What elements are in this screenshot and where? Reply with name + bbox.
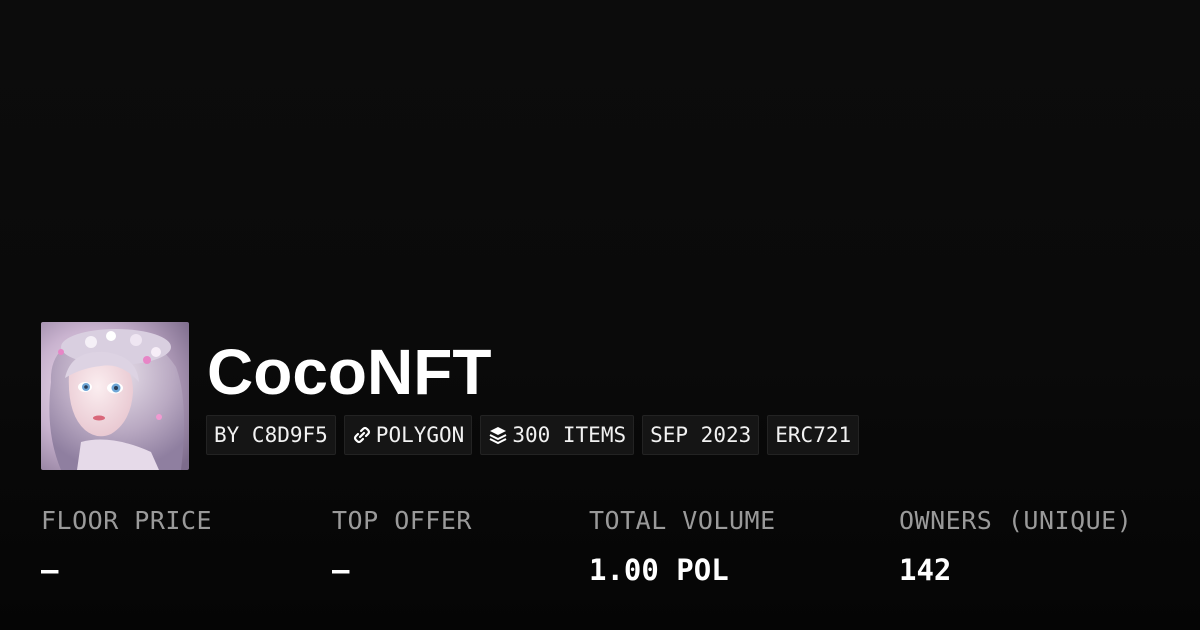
tag-label: ERC721 bbox=[775, 423, 852, 447]
stat-label: TOP OFFER bbox=[332, 506, 472, 535]
tag-label: SEP 2023 bbox=[650, 423, 752, 447]
collection-title: CocoNFT bbox=[207, 336, 492, 408]
standard-tag: ERC721 bbox=[767, 415, 860, 455]
stat-label: OWNERS (UNIQUE) bbox=[899, 506, 1133, 535]
stat-value: – bbox=[332, 553, 350, 587]
stat-floor-price: FLOOR PRICE – bbox=[41, 504, 212, 587]
tag-label: POLYGON bbox=[375, 423, 465, 447]
tag-label: BY C8D9F5 bbox=[214, 423, 328, 447]
stat-value: 142 bbox=[899, 553, 952, 587]
collection-card: CocoNFT BY C8D9F5 POLYGON 300 ITEMS SEP … bbox=[0, 0, 1200, 630]
tag-row: BY C8D9F5 POLYGON 300 ITEMS SEP 2023 ERC… bbox=[206, 415, 860, 455]
items-tag[interactable]: 300 ITEMS bbox=[480, 415, 635, 455]
link-icon bbox=[352, 425, 372, 445]
stat-label: FLOOR PRICE bbox=[41, 506, 213, 535]
stat-value: 1.00 POL bbox=[589, 553, 729, 587]
stat-label: TOTAL VOLUME bbox=[589, 506, 776, 535]
creator-tag[interactable]: BY C8D9F5 bbox=[206, 415, 336, 455]
collection-avatar bbox=[41, 322, 189, 470]
stat-total-volume: TOTAL VOLUME 1.00 POL bbox=[589, 504, 776, 587]
portrait-illustration bbox=[41, 322, 189, 470]
stat-top-offer: TOP OFFER – bbox=[332, 504, 472, 587]
layers-icon bbox=[488, 425, 508, 445]
stat-owners: OWNERS (UNIQUE) 142 bbox=[899, 504, 1132, 587]
tag-label: 300 ITEMS bbox=[512, 423, 627, 447]
stat-value: – bbox=[41, 553, 59, 587]
date-tag: SEP 2023 bbox=[642, 415, 760, 455]
chain-tag[interactable]: POLYGON bbox=[343, 415, 473, 455]
